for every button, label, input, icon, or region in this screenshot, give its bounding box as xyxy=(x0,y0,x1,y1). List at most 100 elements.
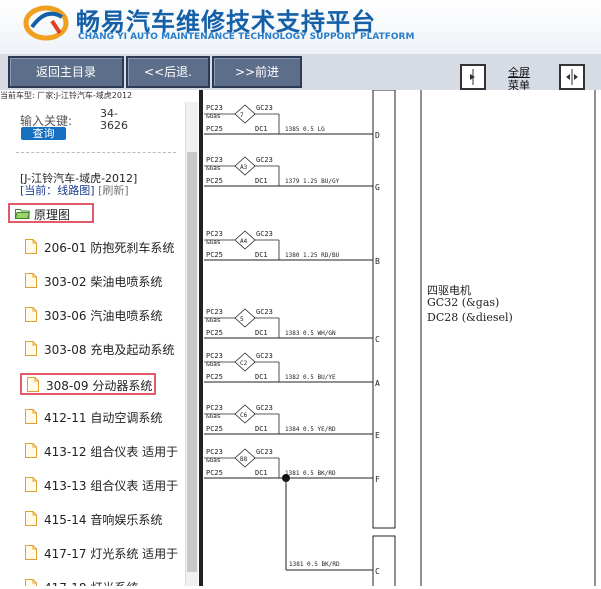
connector-gc-label: GC23 xyxy=(256,230,273,238)
connector-label: B8 xyxy=(240,456,248,463)
document-icon xyxy=(25,409,37,424)
connector-label: A3 xyxy=(240,164,248,171)
tree-item-label: 303-08 充电及起动系统 xyxy=(44,343,175,357)
tree-item[interactable]: 308-09 分动器系统 xyxy=(20,373,156,395)
connector-gc-label: GC23 xyxy=(256,404,273,412)
document-icon xyxy=(25,273,37,288)
connector-label: C2 xyxy=(240,360,248,367)
tree-item[interactable]: 303-02 柴油电喷系统 xyxy=(20,271,182,293)
wire-label: 1385 0.5 LG xyxy=(285,126,325,133)
connector-pc25-label: PC25 xyxy=(206,329,223,337)
pin-label: G xyxy=(375,183,380,192)
connector-diamond xyxy=(234,308,256,328)
collapse-left-button[interactable] xyxy=(460,64,486,90)
connector-pc25-label: PC25 xyxy=(206,125,223,133)
home-button[interactable]: 返回主目录 xyxy=(8,56,124,88)
keyword-value-line2: 3626 xyxy=(100,119,128,132)
connector-pc-label: PC23 xyxy=(206,448,223,456)
toolbar: 返回主目录 <<后退. >>前进 全屏 菜单 xyxy=(0,54,601,92)
app-subtitle: CHANG YI AUTO MAINTENANCE TECHNOLOGY SUP… xyxy=(78,32,415,42)
connector-pc25-label: PC25 xyxy=(206,373,223,381)
tree-item-label: 413-13 组合仪表 适用于 xyxy=(44,479,179,493)
wire-label: 1383 0.5 WH/GN xyxy=(285,330,336,337)
connector-pc-label: PC23 xyxy=(206,352,223,360)
connector-dc1-label: DC1 xyxy=(255,469,268,477)
connector-dc1-label: DC1 xyxy=(255,125,268,133)
connector-label: A4 xyxy=(240,238,248,245)
connector-pc25-label: PC25 xyxy=(206,251,223,259)
connector-gc-label: GC23 xyxy=(256,352,273,360)
sidebar-scrollbar[interactable] xyxy=(185,102,198,586)
wire-label: 1379 1.25 BU/GY xyxy=(285,178,340,185)
expand-right-button[interactable] xyxy=(559,64,585,90)
tree-item-label: 206-01 防抱死刹车系统 xyxy=(44,241,175,255)
wiring-schematic: 1385 0.5 LGD7PC23 GC23&GasPC25 DC11379 1.2… xyxy=(204,89,596,589)
connector-pc25-label: PC25 xyxy=(206,425,223,433)
split-arrows-icon xyxy=(566,69,578,85)
connector-pc-label: PC23 xyxy=(206,308,223,316)
connector-pc25-label: PC25 xyxy=(206,469,223,477)
connector-dc1-label: DC1 xyxy=(255,373,268,381)
current-view: [当前：线路图] [刷新] xyxy=(20,182,129,198)
tree-item[interactable]: 413-13 组合仪表 适用于 xyxy=(20,475,182,497)
motor-diesel-label: DC28 (&diesel) xyxy=(427,311,513,324)
fullscreen-menu-link[interactable]: 全屏 菜单 xyxy=(506,66,532,92)
pin-column-box xyxy=(372,89,396,529)
tree-item-label: 303-06 汽油电喷系统 xyxy=(44,309,163,323)
tree-item[interactable]: 303-06 汽油电喷系统 xyxy=(20,305,182,327)
connector-gc-label: GC23 xyxy=(256,308,273,316)
document-icon xyxy=(25,239,37,254)
connector-gc-label: GC23 xyxy=(256,156,273,164)
connector-label: C6 xyxy=(240,412,248,419)
tree-root-label: 原理图 xyxy=(34,208,71,222)
tree-item[interactable]: 206-01 防抱死刹车系统 xyxy=(20,237,182,259)
tree-item[interactable]: 415-14 音响娱乐系统 xyxy=(20,509,182,531)
tree-item-label: 412-11 自动空调系统 xyxy=(44,411,163,425)
tree-item-label: 417-17 灯光系统 适用于 xyxy=(44,547,179,561)
connector-dc1-label: DC1 xyxy=(255,425,268,433)
motor-gas-label: GC32 (&gas) xyxy=(427,296,500,309)
tree-item[interactable]: 413-12 组合仪表 适用于 xyxy=(20,441,182,463)
app-header: 畅易汽车维修技术支持平台 CHANG YI AUTO MAINTENANCE T… xyxy=(0,0,601,54)
keyword-input[interactable]: 34- 3626 xyxy=(100,108,128,132)
fullscreen-label: 全屏 xyxy=(508,66,530,79)
connector-pc25-label: PC25 xyxy=(206,177,223,185)
tree-item-label: 413-12 组合仪表 适用于 xyxy=(44,445,179,459)
connector-pc-label: PC23 xyxy=(206,404,223,412)
wiring-diagram: 1385 0.5 LG D 7 PC23 GC23 &Gas PC25 DC1 1379 1.2… xyxy=(199,89,601,589)
refresh-link[interactable]: [刷新] xyxy=(98,184,129,197)
divider xyxy=(16,152,176,153)
pin-label: C xyxy=(375,335,380,344)
wire-label: 1381 0.5 BK/RD xyxy=(289,561,340,568)
connector-dc1-label: DC1 xyxy=(255,329,268,337)
tree-item[interactable]: 417-17 灯光系统 适用于 xyxy=(20,543,182,565)
folder-open-icon xyxy=(15,209,30,219)
search-button[interactable]: 查询 xyxy=(21,127,66,140)
tree-item[interactable]: 303-08 充电及起动系统 xyxy=(20,339,182,361)
document-icon xyxy=(27,377,39,392)
sidebar: 输入关键: 34- 3626 查询 [J-江铃汽车-域虎-2012] [当前：线… xyxy=(0,102,185,586)
tree-item[interactable]: 412-11 自动空调系统 xyxy=(20,407,182,429)
connector-pc-label: PC23 xyxy=(206,230,223,238)
wire-label: 1382 0.5 BU/YE xyxy=(285,374,336,381)
connector-gc-label: GC23 xyxy=(256,448,273,456)
current-label: [当前：线路图] xyxy=(20,184,95,197)
logo-ring-icon xyxy=(23,5,69,41)
tree-root-folder[interactable]: 原理图 xyxy=(8,203,94,223)
document-icon xyxy=(25,443,37,458)
connector-pc-label: PC23 xyxy=(206,104,223,112)
back-button[interactable]: <<后退. xyxy=(126,56,210,88)
pin-label: B xyxy=(375,257,380,266)
document-icon xyxy=(25,477,37,492)
wire-label: 1381 0.5 BK/RD xyxy=(285,470,336,477)
connector-dc1-label: DC1 xyxy=(255,177,268,185)
pin-label: A xyxy=(375,379,380,388)
forward-button[interactable]: >>前进 xyxy=(212,56,302,88)
pin-column-box-lower xyxy=(372,535,396,589)
connector-label: 7 xyxy=(240,112,244,119)
tree-item-label: 308-09 分动器系统 xyxy=(46,379,153,393)
connector-pc-label: PC23 xyxy=(206,156,223,164)
wire-label: 1384 0.5 YE/RD xyxy=(285,426,336,433)
tree-item[interactable]: 417-18 灯光系统 xyxy=(20,577,182,586)
scrollbar-thumb[interactable] xyxy=(187,152,197,572)
